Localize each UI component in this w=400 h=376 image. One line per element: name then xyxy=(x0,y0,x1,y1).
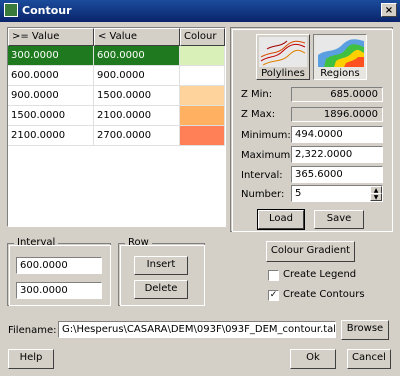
row-group-label: Row xyxy=(125,237,152,248)
column-header-colour[interactable]: Colour xyxy=(180,28,225,46)
cell-to[interactable]: 1500.0000 xyxy=(94,86,180,106)
spin-down-icon[interactable]: ▼ xyxy=(370,193,382,201)
cell-colour[interactable] xyxy=(180,66,225,86)
interval-label: Interval: xyxy=(241,170,283,181)
insert-button[interactable]: Insert xyxy=(134,256,188,275)
maximum-field[interactable]: 2,322.0000 xyxy=(291,146,383,163)
number-stepper[interactable]: 5 ▲ ▼ xyxy=(291,185,383,202)
cell-from[interactable]: 1500.0000 xyxy=(8,106,94,126)
interval-value-2[interactable]: 300.0000 xyxy=(16,282,102,299)
cell-to[interactable]: 600.0000 xyxy=(94,46,180,66)
minimum-field[interactable]: 494.0000 xyxy=(291,126,383,143)
cell-colour[interactable] xyxy=(180,106,225,126)
delete-button[interactable]: Delete xyxy=(134,280,188,299)
row-group: Row Insert Delete xyxy=(118,237,205,306)
filename-field[interactable]: G:\Hesperus\CASARA\DEM\093F\093F_DEM_con… xyxy=(58,321,336,338)
create-legend-checkbox[interactable] xyxy=(268,270,279,281)
cell-from[interactable]: 900.0000 xyxy=(8,86,94,106)
cell-colour[interactable] xyxy=(180,46,225,66)
cancel-button[interactable]: Cancel xyxy=(347,349,391,369)
contour-table: >= Value < Value Colour 300.0000 600.000… xyxy=(7,27,226,227)
interval-value-1[interactable]: 600.0000 xyxy=(16,257,102,274)
polylines-thumbnail-icon xyxy=(259,37,307,67)
zmin-value: 685.0000 xyxy=(291,87,383,102)
number-label: Number: xyxy=(241,189,285,200)
settings-panel: Polylines Regions Z Min: 685.0000 Z Max:… xyxy=(230,27,393,232)
ok-button[interactable]: Ok xyxy=(290,349,336,369)
interval-group: Interval 600.0000 300.0000 xyxy=(7,237,111,306)
load-button[interactable]: Load xyxy=(257,209,305,230)
column-header-to[interactable]: < Value xyxy=(94,28,180,46)
cell-from[interactable]: 300.0000 xyxy=(8,46,94,66)
interval-group-label: Interval xyxy=(14,237,59,248)
cell-colour[interactable] xyxy=(180,86,225,106)
cell-colour[interactable] xyxy=(180,126,225,146)
interval-field[interactable]: 365.6000 xyxy=(291,166,383,183)
zmax-value: 1896.0000 xyxy=(291,107,383,122)
contour-dialog: Contour × >= Value < Value Colour 300.00… xyxy=(0,0,400,376)
maximum-label: Maximum: xyxy=(241,150,294,161)
regions-button[interactable]: Regions xyxy=(313,34,367,80)
minimum-label: Minimum: xyxy=(241,130,291,141)
title-bar: Contour × xyxy=(0,0,400,22)
regions-label: Regions xyxy=(320,68,360,79)
zmax-label: Z Max: xyxy=(241,109,276,120)
save-button[interactable]: Save xyxy=(314,210,364,229)
close-button[interactable]: × xyxy=(381,3,397,17)
cell-to[interactable]: 900.0000 xyxy=(94,66,180,86)
cell-to[interactable]: 2100.0000 xyxy=(94,106,180,126)
number-value: 5 xyxy=(295,188,302,199)
cell-from[interactable]: 2100.0000 xyxy=(8,126,94,146)
browse-button[interactable]: Browse xyxy=(341,320,389,340)
create-contours-label: Create Contours xyxy=(283,289,365,300)
polylines-label: Polylines xyxy=(261,68,305,79)
filename-label: Filename: xyxy=(8,325,57,336)
window-title: Contour xyxy=(22,4,72,17)
app-icon xyxy=(4,3,18,17)
create-contours-checkbox[interactable]: ✓ xyxy=(268,290,279,301)
colour-gradient-button[interactable]: Colour Gradient xyxy=(266,241,355,262)
zmin-label: Z Min: xyxy=(241,89,273,100)
help-button[interactable]: Help xyxy=(8,349,54,369)
column-header-from[interactable]: >= Value xyxy=(8,28,94,46)
regions-thumbnail-icon xyxy=(316,37,364,67)
polylines-button[interactable]: Polylines xyxy=(256,34,310,80)
cell-to[interactable]: 2700.0000 xyxy=(94,126,180,146)
create-legend-label: Create Legend xyxy=(283,269,357,280)
cell-from[interactable]: 600.0000 xyxy=(8,66,94,86)
